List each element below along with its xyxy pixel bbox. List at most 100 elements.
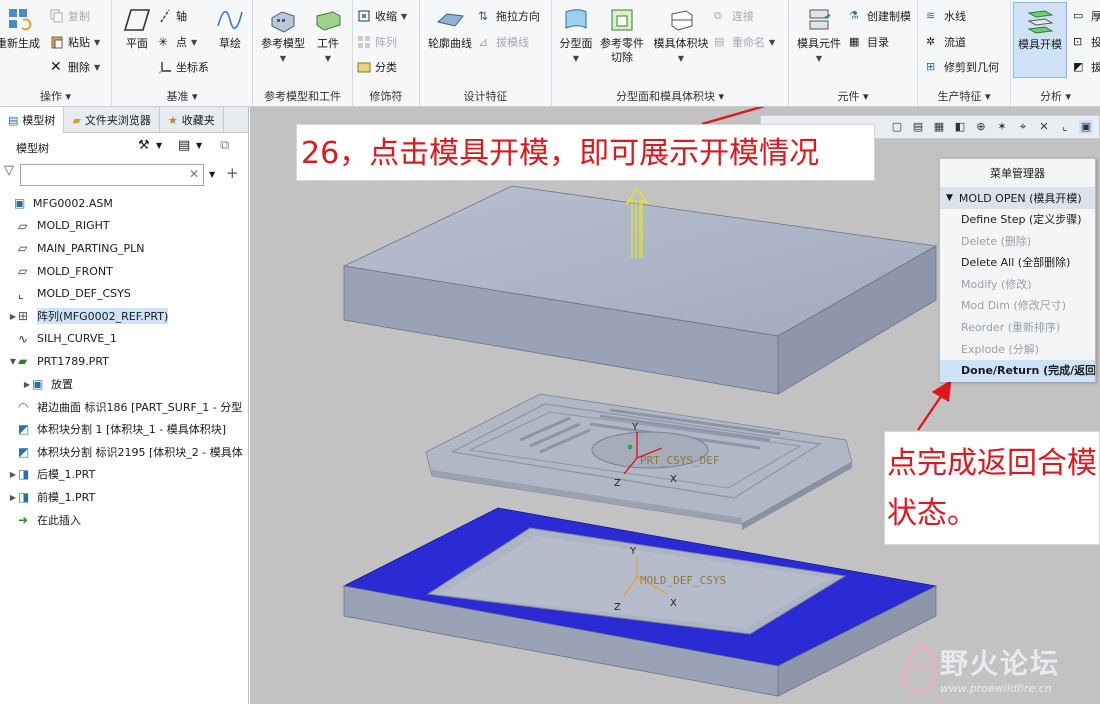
rename-caret-icon[interactable]: ▼: [769, 38, 775, 47]
tree-item[interactable]: ▼ ▰ PRT1789.PRT: [0, 350, 249, 373]
bom-button[interactable]: ▦ 目录: [849, 32, 889, 52]
mold-component-button[interactable]: 模具元件 ▼: [793, 6, 845, 66]
csys-label: 坐标系: [176, 61, 209, 74]
tree-item[interactable]: ▱ MOLD_RIGHT: [0, 215, 249, 238]
tree-item[interactable]: ▶ ◨ 后模_1.PRT: [0, 463, 249, 486]
tree-item[interactable]: ▱ MAIN_PARTING_PLN: [0, 237, 249, 260]
paste-button[interactable]: 粘贴 ▼: [50, 32, 100, 52]
trim-to-geometry-button[interactable]: ⊞ 修剪到几何: [926, 57, 999, 77]
workpiece-button[interactable]: 工件 ▼: [307, 6, 349, 66]
axis-button[interactable]: 轴: [158, 6, 187, 26]
rename-button[interactable]: ▤ 重命名 ▼: [714, 32, 775, 52]
filter-caret-icon[interactable]: ▼: [209, 170, 215, 179]
draft-check-label: 拔: [1091, 61, 1100, 74]
csys-button[interactable]: 坐标系: [158, 57, 209, 77]
paste-caret-icon[interactable]: ▼: [94, 38, 100, 47]
plane-button[interactable]: 平面: [112, 6, 162, 51]
menu-item[interactable]: Delete All (全部删除): [940, 252, 1095, 274]
tree-show-icon[interactable]: ⧉: [220, 138, 229, 153]
workpiece-caret-icon[interactable]: ▼: [325, 54, 331, 63]
expand-toggle-icon[interactable]: ▶: [8, 470, 18, 479]
molded-part[interactable]: [425, 393, 853, 530]
sketch-button[interactable]: 草绘: [208, 6, 252, 51]
create-molding-button[interactable]: ⚗ 创建制模: [849, 6, 911, 26]
menu-item[interactable]: Define Step (定义步骤): [940, 209, 1095, 231]
connect-button[interactable]: ⧉ 连接: [714, 6, 754, 26]
tree-columns-caret-icon[interactable]: ▼: [196, 141, 202, 150]
rename-icon: ▤: [714, 35, 725, 48]
expand-toggle-icon[interactable]: ▶: [8, 312, 18, 321]
tree-item[interactable]: ◠ 裙边曲面 标识186 [PART_SURF_1 - 分型: [0, 395, 249, 418]
classify-label: 分类: [375, 61, 397, 74]
regenerate-button[interactable]: 重新生成: [0, 6, 42, 51]
parting-surface-caret-icon[interactable]: ▼: [573, 54, 579, 63]
create-molding-icon: ⚗: [849, 9, 859, 22]
menu-item[interactable]: Done/Return (完成/返回): [940, 360, 1095, 382]
collapse-icon[interactable]: ▼: [946, 193, 953, 203]
core-plate[interactable]: [342, 507, 938, 697]
ref-model-caret-icon[interactable]: ▼: [280, 54, 286, 63]
delete-caret-icon[interactable]: ▼: [94, 63, 100, 72]
group-label-production[interactable]: 生产特征 ▾: [918, 88, 1010, 104]
group-label-parting[interactable]: 分型面和模具体积块 ▾: [552, 88, 788, 104]
mold-component-caret-icon[interactable]: ▼: [816, 54, 822, 63]
expand-toggle-icon[interactable]: ▶: [22, 380, 32, 389]
tab-model-tree[interactable]: ▤ 模型树: [0, 107, 65, 133]
draft-check-button[interactable]: ◩ 拔: [1073, 57, 1100, 77]
mold-volume-caret-icon[interactable]: ▼: [678, 54, 684, 63]
copy-button[interactable]: 复制: [50, 6, 90, 26]
tab-favorites[interactable]: ★ 收藏夹: [160, 107, 224, 133]
group-label-datum[interactable]: 基准 ▾: [112, 88, 252, 104]
point-caret-icon[interactable]: ▼: [191, 38, 197, 47]
tree-item-label: 前模_1.PRT: [37, 491, 96, 505]
runner-button[interactable]: ✲ 流道: [926, 32, 966, 52]
tree-item[interactable]: ▶ ⊞ 阵列(MFG0002_REF.PRT): [0, 305, 249, 328]
tree-settings-icon[interactable]: ⚒: [138, 138, 150, 153]
tree-item[interactable]: ▶ ◨ 前模_1.PRT: [0, 486, 249, 509]
tree-settings-caret-icon[interactable]: ▼: [156, 141, 162, 150]
silhouette-curve-button[interactable]: 轮廓曲线: [422, 6, 478, 51]
mold-volume-button[interactable]: 模具体积块 ▼: [650, 6, 712, 66]
ribbon: 重新生成 复制 粘贴 ▼ ✕ 删除 ▼ 操作 ▾ 平面 轴 ✳ 点 ▼ 坐标系 草绘 基准…: [0, 0, 1100, 107]
group-label-components[interactable]: 元件 ▾: [789, 88, 917, 104]
ref-model-button[interactable]: 参考模型 ▼: [257, 6, 309, 66]
menu-section-mold-open[interactable]: ▼ MOLD OPEN (模具开模): [940, 187, 1095, 209]
pattern-button[interactable]: 阵列: [357, 32, 397, 52]
tree-columns-icon[interactable]: ▤: [178, 138, 190, 153]
clear-filter-icon[interactable]: ✕: [189, 167, 199, 181]
thickness-check-button[interactable]: ▭ 厚: [1073, 6, 1100, 26]
tree-item[interactable]: ∿ SILH_CURVE_1: [0, 328, 249, 351]
tree-item[interactable]: ➜ 在此插入: [0, 508, 249, 531]
tree-item[interactable]: ◩ 体积块分割 1 [体积块_1 - 模具体积块]: [0, 418, 249, 441]
tree-item[interactable]: ▣ MFG0002.ASM: [0, 192, 249, 215]
parting-surface-button[interactable]: 分型面 ▼: [554, 6, 598, 66]
mold-open-button[interactable]: 模具开模: [1013, 2, 1067, 78]
add-filter-icon[interactable]: +: [226, 164, 239, 182]
graphics-window[interactable]: ▢ ▤ ▦ ◧ ⊕ ✶ ⌖ ✕ ⌞ ▣ PRT_CSYS_DEF Y X Z M…: [250, 107, 1100, 704]
expand-toggle-icon[interactable]: ▶: [8, 493, 18, 502]
delete-button[interactable]: ✕ 删除 ▼: [50, 57, 100, 77]
shrink-button[interactable]: 收缩 ▼: [357, 6, 407, 26]
tab-folder-browser[interactable]: ▰ 文件夹浏览器: [64, 107, 160, 133]
waterline-button[interactable]: ≋ 水线: [926, 6, 966, 26]
tree-item[interactable]: ⌞ MOLD_DEF_CSYS: [0, 282, 249, 305]
classify-button[interactable]: 分类: [357, 57, 397, 77]
shrink-caret-icon[interactable]: ▼: [401, 12, 407, 21]
group-label-analysis[interactable]: 分析 ▾: [1011, 88, 1100, 104]
group-label-operations[interactable]: 操作 ▾: [0, 88, 111, 104]
group-production: ≋ 水线 ✲ 流道 ⊞ 修剪到几何 生产特征 ▾: [918, 0, 1011, 107]
tree-item[interactable]: ▶ ▣ 放置: [0, 373, 249, 396]
projected-area-button[interactable]: ⊡ 投: [1073, 32, 1100, 52]
group-design-features: 轮廓曲线 ⇅ 拖拉方向 ⊿ 拔模线 设计特征: [420, 0, 552, 107]
ref-part-cutout-button[interactable]: 参考零件切除: [598, 6, 646, 65]
tree-item[interactable]: ▱ MOLD_FRONT: [0, 260, 249, 283]
draft-line-button[interactable]: ⊿ 拔模线: [478, 32, 529, 52]
tree-filter-input[interactable]: [20, 164, 204, 186]
watermark-title: 野火论坛: [940, 647, 1061, 680]
menu-manager: 菜单管理器 ▼ MOLD OPEN (模具开模) Define Step (定义…: [939, 158, 1096, 382]
menu-item: Explode (分解): [961, 342, 1040, 356]
tree-item[interactable]: ◩ 体积块分割 标识2195 [体积块_2 - 模具体: [0, 441, 249, 464]
point-button[interactable]: ✳ 点 ▼: [158, 32, 197, 52]
pull-direction-button[interactable]: ⇅ 拖拉方向: [478, 6, 540, 26]
expand-toggle-icon[interactable]: ▼: [8, 357, 18, 366]
